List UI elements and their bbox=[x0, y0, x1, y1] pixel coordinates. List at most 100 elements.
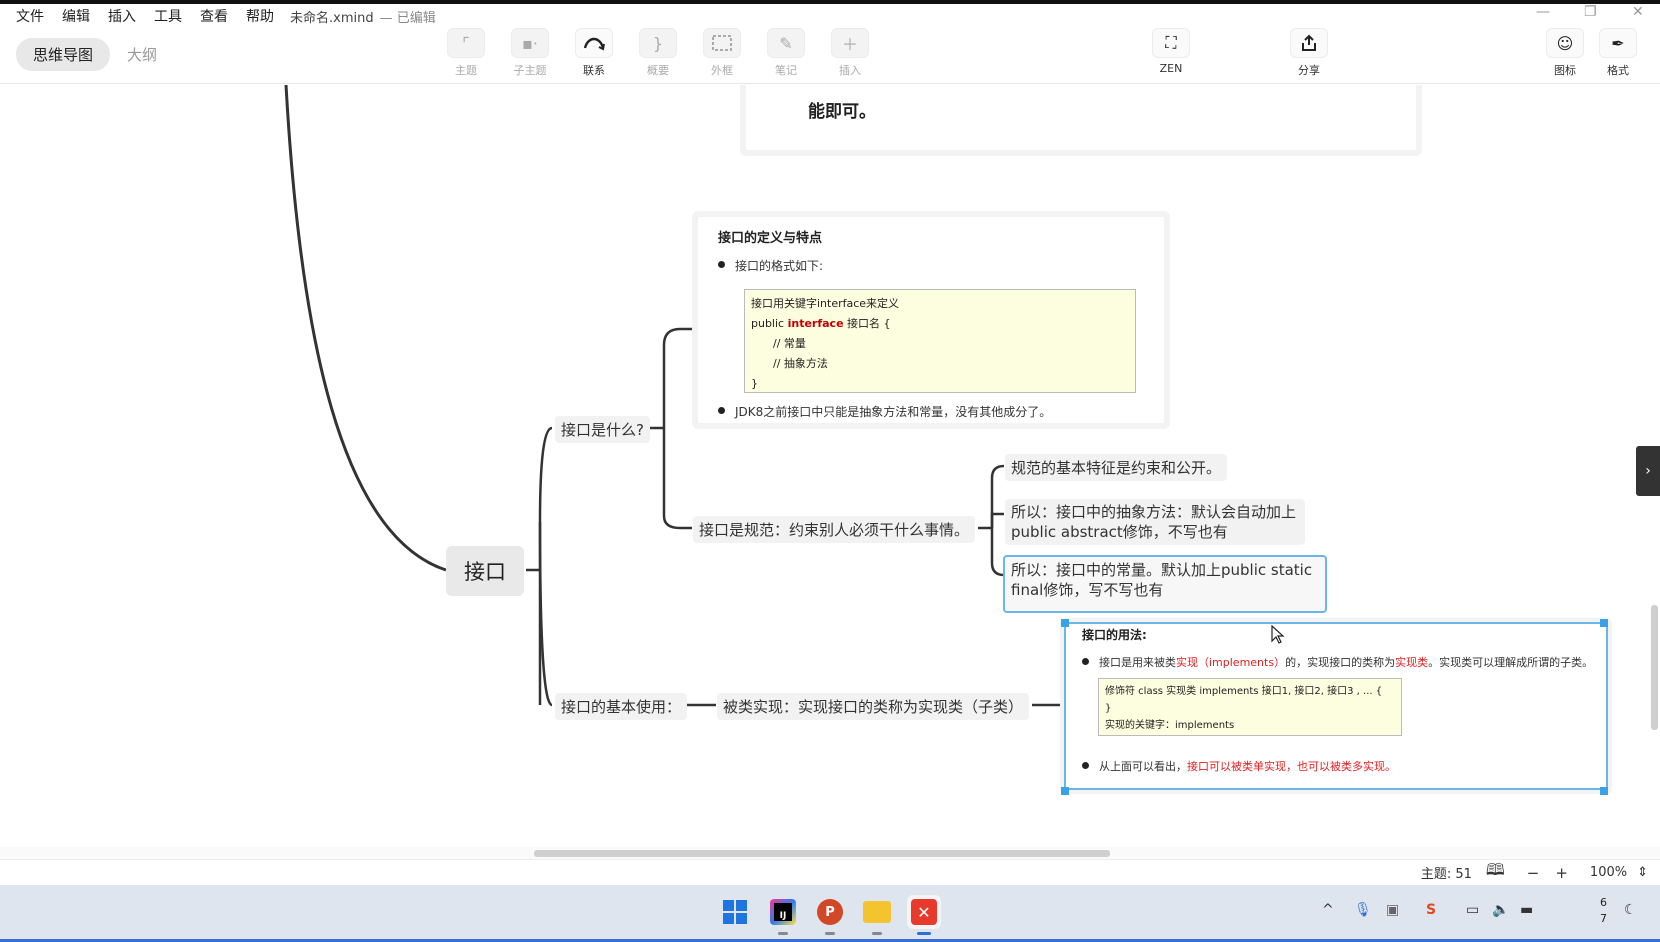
topic-basic-usage[interactable]: 接口的基本使用： bbox=[555, 693, 688, 720]
zoom-level[interactable]: 100% bbox=[1590, 865, 1627, 880]
summary-tool[interactable]: } 概要 bbox=[633, 28, 683, 78]
share-tool[interactable]: 分享 bbox=[1284, 28, 1334, 78]
zoom-stepper-icon[interactable]: ⇕ bbox=[1637, 865, 1648, 880]
note-usage-bullet-1: 接口是用来被类 实现（implements） 的，实现接口的类称为 实现类 。实现类可以… bbox=[1082, 654, 1593, 670]
zen-tool-label: ZEN bbox=[1159, 62, 1183, 75]
usage-code-line-1: 修饰符 class 实现类 implements 接口1, 接口2, 接口3 ,… bbox=[1105, 686, 1383, 697]
horizontal-scrollbar[interactable] bbox=[0, 847, 1660, 859]
topic-spec-feature[interactable]: 规范的基本特征是约束和公开。 bbox=[1005, 454, 1228, 481]
toolbar: 思维导图 大纲 ⌜ 主题 ▪· 子主题 联系 } 概要 外框 ✎ 笔记 ＋ 插入… bbox=[0, 28, 1660, 84]
windows-start-icon[interactable] bbox=[718, 895, 752, 929]
tray-chevron-up-icon[interactable]: ^ bbox=[1322, 902, 1334, 918]
chevron-right-icon: › bbox=[1645, 463, 1651, 479]
usage-code-line-3: 实现的关键字：implements bbox=[1105, 720, 1235, 731]
smiley-icon: ☺ bbox=[1546, 28, 1584, 58]
code-line-2: public interface 接口名 { bbox=[751, 314, 1129, 334]
insert-tool-label: 插入 bbox=[839, 64, 861, 77]
xmind-app-icon[interactable]: ✕ bbox=[907, 895, 941, 935]
tray-app-icon[interactable]: ▣ bbox=[1386, 902, 1399, 918]
menu-view[interactable]: 查看 bbox=[200, 6, 228, 26]
format-panel-tool[interactable]: ✒ 格式 bbox=[1593, 28, 1643, 78]
close-button[interactable]: ✕ bbox=[1632, 4, 1644, 20]
topic-spec-constant[interactable]: 所以：接口中的常量。默认加上public static final修饰，写不写也… bbox=[1003, 555, 1327, 613]
zoom-out-button[interactable]: − bbox=[1527, 864, 1540, 882]
running-indicator bbox=[825, 932, 835, 935]
horizontal-scroll-thumb[interactable] bbox=[534, 850, 1110, 857]
note-tool-label: 笔记 bbox=[775, 64, 797, 77]
boundary-icon bbox=[703, 28, 741, 58]
top-note-card[interactable]: 能即可。 bbox=[746, 85, 1416, 150]
code-line-4: // 抽象方法 bbox=[773, 357, 828, 370]
intellij-app-icon[interactable]: IJ bbox=[766, 895, 800, 935]
battery-icon[interactable]: ▬ bbox=[1520, 902, 1533, 918]
brush-icon: ✒ bbox=[1599, 28, 1637, 58]
subtopic-icon: ▪· bbox=[511, 28, 549, 58]
icon-panel-label: 图标 bbox=[1554, 64, 1576, 77]
topic-tool-label: 主题 bbox=[455, 64, 477, 77]
topic-spec-abstract[interactable]: 所以：接口中的抽象方法：默认会自动加上public abstract修饰，不写也… bbox=[1005, 499, 1305, 545]
icon-panel-tool[interactable]: ☺ 图标 bbox=[1540, 28, 1590, 78]
file-status: — 已编辑 bbox=[379, 10, 436, 26]
resize-handle-bl[interactable] bbox=[1061, 787, 1069, 795]
code-line-2-post: 接口名 { bbox=[843, 317, 891, 330]
code-line-2-pre: public bbox=[751, 317, 788, 330]
menu-bar: 文件 编辑 插入 工具 查看 帮助 未命名.xmind — 已编辑 bbox=[0, 4, 1660, 28]
code-line-1: 接口用关键字interface来定义 bbox=[751, 297, 900, 310]
minimize-button[interactable]: — bbox=[1536, 4, 1550, 20]
boundary-tool[interactable]: 外框 bbox=[697, 28, 747, 78]
tab-outline[interactable]: 大纲 bbox=[110, 38, 174, 71]
volume-icon[interactable]: 🔈 bbox=[1492, 902, 1509, 918]
microphone-icon[interactable]: 🎙 bbox=[1354, 902, 1372, 918]
network-icon[interactable]: ▭ bbox=[1466, 902, 1479, 918]
insert-tool[interactable]: ＋ 插入 bbox=[825, 28, 875, 78]
note-icon: ✎ bbox=[767, 28, 805, 58]
clock-line-1: 6 bbox=[1600, 896, 1607, 909]
maximize-button[interactable]: ❐ bbox=[1584, 4, 1597, 20]
note-def-code-box: 接口用关键字interface来定义 public interface 接口名 … bbox=[744, 289, 1136, 393]
side-panel-toggle[interactable]: › bbox=[1636, 446, 1660, 496]
topic-what-is-interface[interactable]: 接口是什么? bbox=[555, 416, 650, 443]
xmind-window: 文件 编辑 插入 工具 查看 帮助 未命名.xmind — 已编辑 — ❐ ✕ … bbox=[0, 0, 1660, 942]
menu-help[interactable]: 帮助 bbox=[246, 6, 274, 26]
powerpoint-app-icon[interactable]: P bbox=[813, 895, 847, 935]
menu-tools[interactable]: 工具 bbox=[154, 6, 182, 26]
zoom-in-button[interactable]: + bbox=[1555, 864, 1568, 882]
note-def-title: 接口的定义与特点 bbox=[718, 231, 823, 246]
running-indicator bbox=[872, 932, 882, 935]
topic-tool[interactable]: ⌜ 主题 bbox=[441, 28, 491, 78]
zen-tool[interactable]: ⛶ ZEN bbox=[1146, 28, 1196, 75]
file-explorer-icon[interactable] bbox=[860, 895, 894, 935]
note-card-definition[interactable]: 接口的定义与特点 接口的格式如下: 接口用关键字interface来定义 pub… bbox=[698, 217, 1164, 423]
note-tool[interactable]: ✎ 笔记 bbox=[761, 28, 811, 78]
bullet-dot bbox=[1082, 658, 1089, 665]
topic-implemented-by-class[interactable]: 被类实现：实现接口的类称为实现类（子类） bbox=[717, 693, 1030, 720]
subtopic-tool[interactable]: ▪· 子主题 bbox=[505, 28, 555, 78]
mindmap-canvas[interactable]: 能即可。 接口 接口是什么? 接口是规范：约束别人必须干什么事情。 规范的基本特… bbox=[0, 85, 1660, 847]
menu-edit[interactable]: 编辑 bbox=[62, 6, 90, 26]
resize-handle-tr[interactable] bbox=[1600, 619, 1608, 627]
map-view-icon[interactable]: 🕮 bbox=[1486, 859, 1505, 886]
subtopic-tool-label: 子主题 bbox=[513, 64, 547, 77]
note-usage-b1-red2: 实现类 bbox=[1395, 656, 1429, 669]
menu-insert[interactable]: 插入 bbox=[108, 6, 136, 26]
plus-icon: ＋ bbox=[831, 28, 869, 58]
notification-moon-icon[interactable]: ☾ bbox=[1624, 902, 1637, 918]
note-usage-bullet-2: 从上面可以看出， 接口可以被类单实现，也可以被类多实现。 bbox=[1082, 758, 1396, 774]
format-panel-label: 格式 bbox=[1607, 64, 1629, 77]
relationship-icon bbox=[575, 28, 613, 58]
central-topic[interactable]: 接口 bbox=[446, 546, 524, 596]
system-clock[interactable]: 6 7 bbox=[1600, 895, 1607, 927]
menu-file[interactable]: 文件 bbox=[16, 6, 44, 26]
note-card-usage[interactable]: 接口的用法: 接口是用来被类 实现（implements） 的，实现接口的类称为 实现… bbox=[1064, 622, 1608, 790]
resize-handle-br[interactable] bbox=[1600, 787, 1608, 795]
sogou-input-icon[interactable]: S bbox=[1426, 902, 1436, 918]
os-taskbar: IJ P ✕ ^ 🎙 ▣ S ▭ 🔈 ▬ 6 7 ☾ bbox=[0, 885, 1660, 942]
relationship-tool[interactable]: 联系 bbox=[569, 28, 619, 78]
resize-handle-tl[interactable] bbox=[1061, 619, 1069, 627]
code-keyword-interface: interface bbox=[787, 317, 844, 330]
vertical-scroll-thumb[interactable] bbox=[1651, 605, 1658, 730]
topic-interface-spec[interactable]: 接口是规范：约束别人必须干什么事情。 bbox=[693, 516, 976, 543]
summary-icon: } bbox=[639, 28, 677, 58]
tab-mindmap[interactable]: 思维导图 bbox=[16, 38, 111, 71]
running-indicator bbox=[778, 932, 788, 935]
